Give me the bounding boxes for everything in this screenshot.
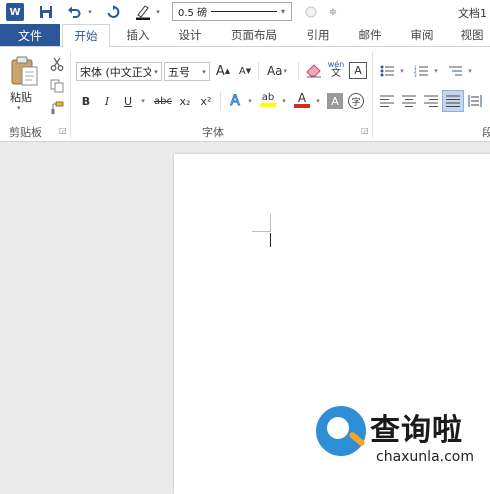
numbering-icon[interactable]: 123 [412,62,430,80]
text-cursor [270,233,271,247]
chevron-down-icon: ▾ [283,67,288,75]
font-launcher-icon[interactable]: ◲ [361,126,369,135]
divider [220,92,221,110]
tab-file[interactable]: 文件 [0,24,60,46]
tab-view[interactable]: 视图 [452,24,490,46]
change-case-button[interactable]: Aa ▾ [262,62,292,80]
subscript-button[interactable]: x₂ [176,92,194,110]
underline-button[interactable]: U [120,92,136,110]
phonetic-guide-button[interactable]: wén 文 [326,60,346,79]
watermark-logo-inner [327,417,349,439]
font-size-combo[interactable]: 五号 ▾ [164,62,210,81]
clipboard-launcher-icon[interactable]: ◲ [59,126,67,135]
font-color-button[interactable]: A [292,90,312,110]
undo-icon[interactable] [64,3,84,21]
font-family-value: 宋体 (中文正文 [80,65,151,79]
line-weight-combo[interactable]: 0.5 磅 ▾ [172,2,292,21]
grow-font-label: A [215,63,225,79]
tab-mailings[interactable]: 邮件 [348,24,392,46]
redo-icon[interactable] [103,3,123,21]
cut-icon[interactable] [48,55,66,73]
character-shading-button[interactable]: A [327,93,343,109]
undo-dropdown-icon[interactable]: ▾ [85,3,95,21]
font-color-label: A [297,90,307,105]
grow-font-arrow-icon: ▲ [224,67,231,75]
strikethrough-button[interactable]: abc [152,92,174,110]
pen-style-icon[interactable] [302,3,320,21]
tab-design[interactable]: 设计 [168,24,212,46]
divider [258,62,259,80]
enclose-characters-button[interactable]: 字 [348,93,364,109]
clear-formatting-icon[interactable] [304,62,324,80]
group-separator [70,52,71,138]
bold-button[interactable]: B [78,92,94,110]
change-case-label: Aa [266,64,283,78]
tab-review[interactable]: 审阅 [400,24,444,46]
superscript-button[interactable]: x² [197,92,215,110]
chevron-down-icon: ▾ [281,7,286,16]
paste-button[interactable]: 粘贴 [10,89,32,105]
margin-corner-mark [270,214,271,232]
font-color-dropdown-icon[interactable]: ▾ [314,92,322,110]
pen-color-icon[interactable] [133,3,153,21]
paragraph-group-label: 段 [482,126,490,139]
highlight-color-swatch [260,103,276,107]
copy-icon[interactable] [48,77,66,95]
word-logo-icon[interactable]: W [6,3,24,21]
shrink-font-label: A [238,65,246,77]
line-sample [211,11,277,12]
align-center-icon[interactable] [400,92,418,110]
window-title: 文档1 [458,7,487,20]
save-icon[interactable] [36,3,56,21]
underline-dropdown-icon[interactable]: ▾ [138,92,148,110]
phonetic-guide-char: 文 [331,68,341,79]
group-separator [372,52,373,138]
highlight-button[interactable]: ab [258,90,278,110]
align-left-icon[interactable] [378,92,396,110]
tab-page-layout[interactable]: 页面布局 [222,24,286,46]
pen-dropdown-icon[interactable]: ▾ [153,3,163,21]
svg-text:3: 3 [414,73,417,77]
italic-button[interactable]: I [99,92,115,110]
chevron-down-icon: ▾ [202,67,206,76]
bullets-dropdown-icon[interactable]: ▾ [398,62,406,80]
character-border-icon[interactable]: A [349,62,367,79]
font-family-combo[interactable]: 宋体 (中文正文 ▾ [76,62,162,81]
grow-font-button[interactable]: A ▲ [214,62,232,80]
customize-toolbar-icon[interactable]: ≑ [327,3,339,21]
paste-icon[interactable] [8,55,42,87]
watermark-url: chaxunla.com [376,449,474,465]
watermark-title: 查询啦 [370,413,463,448]
highlight-label: ab [261,92,275,103]
clipboard-group-label: 剪贴板 [9,126,42,139]
shrink-font-button[interactable]: A ▼ [236,62,254,80]
font-group-label: 字体 [202,126,224,139]
multilevel-dropdown-icon[interactable]: ▾ [466,62,474,80]
multilevel-list-icon[interactable] [446,62,464,80]
text-effects-dropdown-icon[interactable]: ▾ [246,92,254,110]
divider [298,62,299,80]
tab-home[interactable]: 开始 [62,24,110,47]
tab-references[interactable]: 引用 [296,24,340,46]
numbering-dropdown-icon[interactable]: ▾ [432,62,440,80]
text-effects-button[interactable]: A [226,92,244,110]
highlight-dropdown-icon[interactable]: ▾ [280,92,288,110]
paste-dropdown-icon[interactable]: ▾ [17,104,21,112]
tab-insert[interactable]: 插入 [116,24,160,46]
align-right-icon[interactable] [422,92,440,110]
chevron-down-icon: ▾ [154,67,158,76]
shrink-font-arrow-icon: ▼ [245,67,252,75]
line-weight-value: 0.5 磅 [178,8,208,19]
font-color-swatch [294,103,310,108]
justify-icon[interactable] [442,90,464,112]
distributed-icon[interactable] [466,92,484,110]
font-size-value: 五号 [168,65,190,79]
bullets-icon[interactable] [378,62,396,80]
margin-corner-mark [252,231,270,232]
format-painter-icon[interactable] [48,99,66,117]
